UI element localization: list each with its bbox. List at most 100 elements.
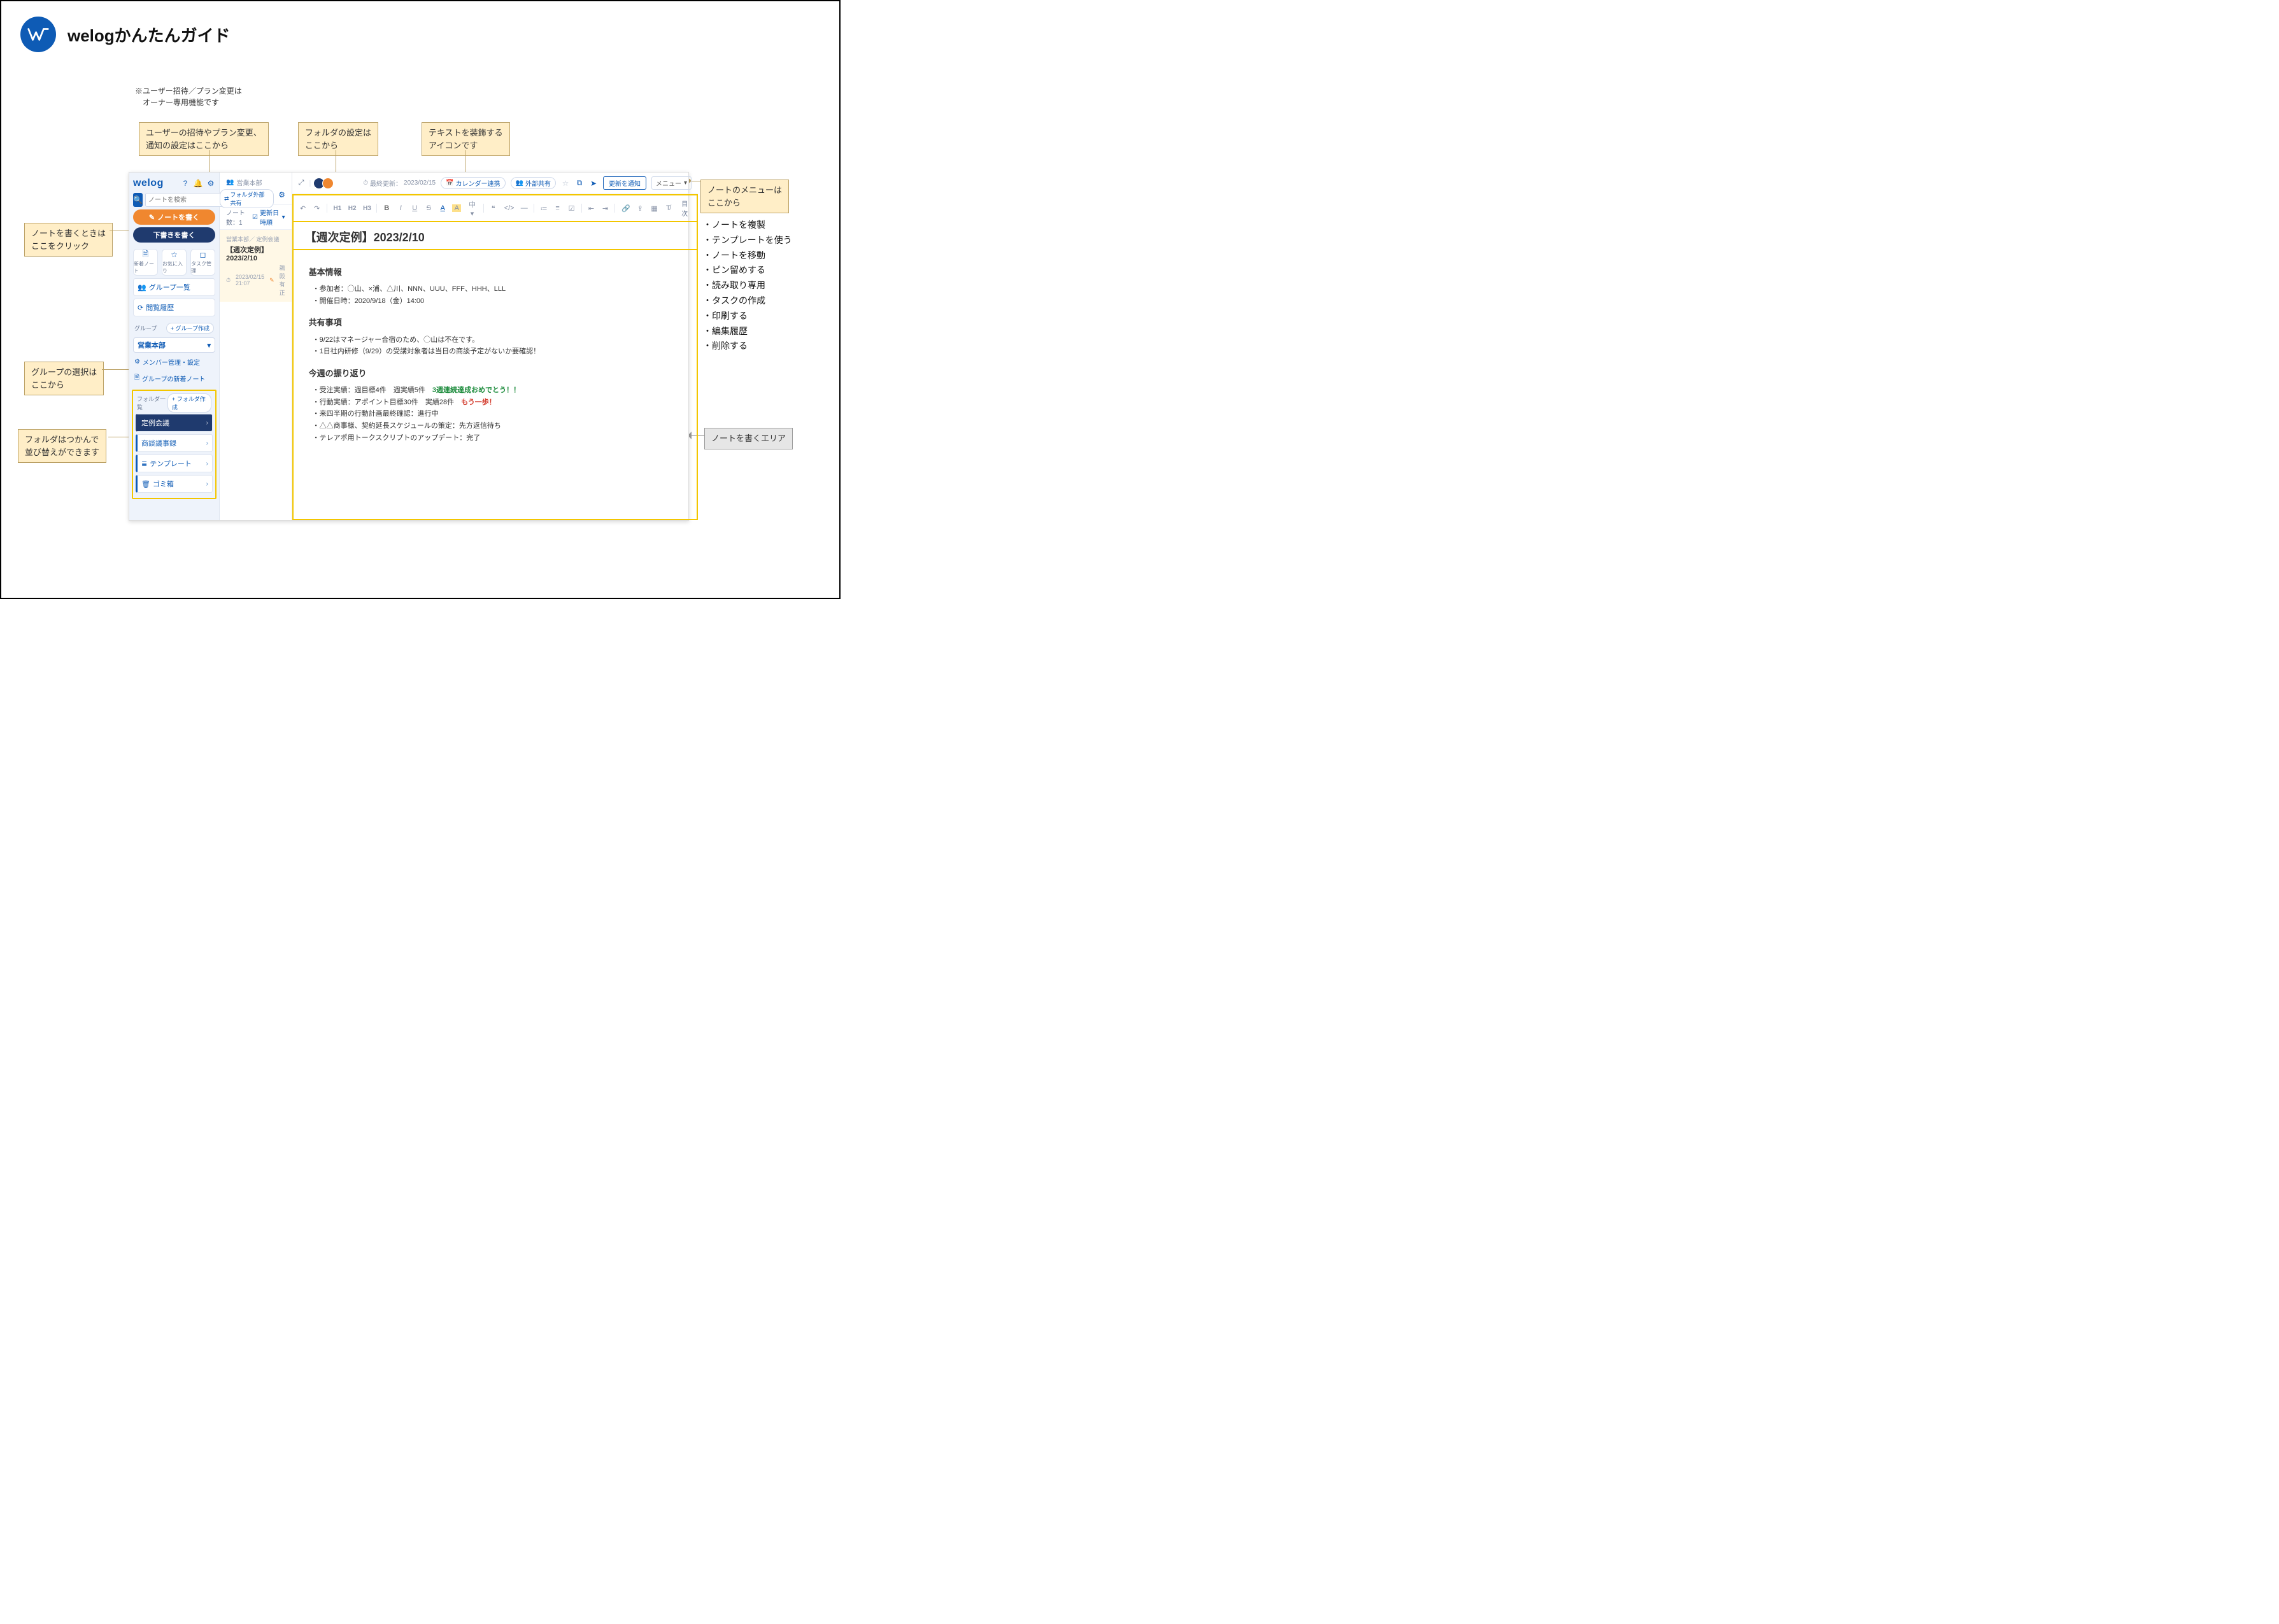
folder-item[interactable]: 🗑 ゴミ箱› bbox=[136, 475, 213, 493]
h2-button[interactable]: H2 bbox=[347, 204, 357, 213]
callout-text-decor: テキストを装飾する アイコンです bbox=[422, 122, 510, 156]
outdent-button[interactable]: ⇤ bbox=[586, 204, 595, 213]
note-menu-button[interactable]: メニュー ▾ bbox=[651, 176, 692, 190]
underline-button[interactable]: U bbox=[410, 204, 419, 213]
hr-button[interactable]: — bbox=[520, 204, 529, 213]
list-item: 受注実績：週目標4件 週実績5件 3週連続達成おめでとう！！ bbox=[313, 385, 681, 397]
link-button[interactable]: 🔗 bbox=[620, 204, 630, 213]
chevron-down-icon: ▾ bbox=[282, 214, 285, 221]
italic-button[interactable]: I bbox=[396, 204, 405, 213]
group-selector[interactable]: 営業本部 ▾ bbox=[133, 337, 215, 353]
undo-icon[interactable]: ↶ bbox=[299, 204, 308, 213]
create-group-button[interactable]: + グループ作成 bbox=[166, 323, 214, 334]
folder-item[interactable]: ≣ テンプレート› bbox=[136, 455, 213, 472]
breadcrumb: 👥 営業本部 bbox=[226, 178, 285, 187]
calendar-link-button[interactable]: 📅 カレンダー連携 bbox=[441, 177, 505, 189]
align-button[interactable]: 中▾ bbox=[466, 199, 478, 218]
list-item: 参加者：◯山、×浦、△川、NNN、UUU、FFF、HHH、LLL bbox=[313, 283, 681, 295]
check-list-button[interactable]: ☑ bbox=[567, 204, 576, 213]
send-icon[interactable]: ➤ bbox=[589, 179, 598, 188]
search-icon[interactable]: 🔍 bbox=[133, 193, 143, 207]
note-title[interactable]: 【週次定例】2023/2/10 bbox=[305, 229, 685, 245]
write-draft-button[interactable]: 下書きを書く bbox=[133, 227, 215, 243]
chevron-right-icon: › bbox=[206, 481, 208, 488]
quote-button[interactable]: ❝ bbox=[489, 204, 498, 213]
app-window: welog ? 🔔 ⚙ 🔍 ✎ ノートを書く 下書きを書く 🗎 新着ノート bbox=[129, 172, 689, 521]
h3-button[interactable]: H3 bbox=[362, 204, 371, 213]
chevron-down-icon: ▾ bbox=[207, 341, 211, 350]
expand-icon[interactable]: ⤢ bbox=[299, 179, 304, 187]
clear-format-button[interactable]: T̸ bbox=[664, 204, 672, 213]
gear-icon[interactable]: ⚙ bbox=[206, 179, 215, 188]
document-icon: 🗎 bbox=[141, 250, 150, 259]
sidebar-favorites[interactable]: ☆ お気に入り bbox=[162, 249, 187, 276]
folder-external-share-button[interactable]: ⇄ フォルダ外部共有 bbox=[220, 189, 274, 208]
editor-panel: ⤢ | ⏱ 最終更新： 2023/02/15 📅 カレンダー連携 👥 bbox=[292, 173, 698, 520]
code-button[interactable]: </> bbox=[503, 204, 515, 213]
callout-note-area: ノートを書くエリア bbox=[704, 428, 793, 449]
write-note-button[interactable]: ✎ ノートを書く bbox=[133, 209, 215, 225]
h1-button[interactable]: H1 bbox=[332, 204, 342, 213]
table-button[interactable]: ▦ bbox=[650, 204, 658, 213]
upload-button[interactable]: ⇪ bbox=[635, 204, 644, 213]
star-icon[interactable]: ☆ bbox=[561, 179, 570, 188]
sidebar-history[interactable]: ⟳ 閲覧履歴 bbox=[133, 299, 215, 316]
clock-icon: ⏱ bbox=[363, 180, 368, 187]
strike-button[interactable]: S bbox=[424, 204, 433, 213]
group-new-notes-link[interactable]: 🗎 グループの新着ノート bbox=[133, 371, 215, 386]
member-settings-link[interactable]: ⚙ メンバー管理・設定 bbox=[133, 355, 215, 369]
section-heading: 共有事項 bbox=[309, 316, 681, 330]
sidebar-tasks[interactable]: ◻ タスク管理 bbox=[190, 249, 215, 276]
toc-button[interactable]: 目次 bbox=[678, 198, 692, 218]
redo-icon[interactable]: ↷ bbox=[313, 204, 322, 213]
create-folder-button[interactable]: + フォルダ作成 bbox=[167, 393, 211, 413]
check-icon: ☑ bbox=[252, 214, 258, 221]
bookmark-icon: ◻ bbox=[199, 250, 208, 259]
folder-item[interactable]: 定例会議› bbox=[136, 414, 213, 432]
list-item: 行動実績：アポイント目標30件 実績28件 もう一歩！ bbox=[313, 397, 681, 409]
note-item-time: 2023/02/15 21:07 bbox=[236, 274, 264, 286]
callout-group-select: グループの選択は ここから bbox=[24, 362, 104, 395]
sidebar-new-notes[interactable]: 🗎 新着ノート bbox=[133, 249, 158, 276]
number-list-button[interactable]: ≡ bbox=[553, 204, 562, 213]
chevron-right-icon: › bbox=[206, 440, 208, 447]
help-icon[interactable]: ? bbox=[181, 179, 190, 188]
highlight-button[interactable]: A bbox=[452, 204, 461, 212]
sidebar-group-list[interactable]: 👥 グループ一覧 bbox=[133, 278, 215, 296]
clock-icon: ⏱ bbox=[226, 277, 231, 284]
text-color-button[interactable]: A bbox=[438, 204, 447, 213]
note-list-item[interactable]: 営業本部／ 定例会議 【週次定例】2023/2/10 ⏱ 2023/02/15 … bbox=[220, 230, 292, 302]
pencil-icon: ✎ bbox=[149, 213, 155, 222]
folder-settings-icon[interactable]: ⚙ bbox=[278, 190, 287, 199]
notify-update-button[interactable]: 更新を通知 bbox=[603, 176, 646, 190]
folder-item[interactable]: 商談議事録› bbox=[136, 434, 213, 452]
callout-folder-settings: フォルダの設定は ここから bbox=[298, 122, 378, 156]
note-count: ノート数：1 bbox=[226, 208, 252, 227]
editor-topbar: ⤢ | ⏱ 最終更新： 2023/02/15 📅 カレンダー連携 👥 bbox=[292, 173, 698, 194]
menu-item: テンプレートを使う bbox=[703, 233, 792, 248]
bold-button[interactable]: B bbox=[382, 204, 391, 213]
list-item: 9/22はマネージャー合宿のため、◯山は不在です。 bbox=[313, 334, 681, 346]
external-share-button[interactable]: 👥 外部共有 bbox=[511, 177, 556, 189]
chevron-right-icon: › bbox=[206, 460, 208, 467]
bullet-list-button[interactable]: ≔ bbox=[539, 204, 548, 213]
indent-button[interactable]: ⇥ bbox=[600, 204, 609, 213]
sort-selector[interactable]: ☑ 更新日時順 ▾ bbox=[252, 208, 285, 227]
note-item-path: 営業本部／ 定例会議 bbox=[226, 235, 285, 243]
menu-item: ノートを移動 bbox=[703, 248, 792, 264]
group-caption: グループ bbox=[134, 324, 157, 332]
copy-icon[interactable]: ⧉ bbox=[575, 179, 584, 188]
last-updated: ⏱ 最終更新： 2023/02/15 bbox=[363, 178, 436, 188]
bell-icon[interactable]: 🔔 bbox=[194, 179, 202, 188]
note-item-title: 【週次定例】2023/2/10 bbox=[226, 244, 285, 262]
write-note-label: ノートを書く bbox=[157, 212, 199, 222]
avatar bbox=[322, 178, 334, 189]
editor-body: 【週次定例】2023/2/10 基本情報 参加者：◯山、×浦、△川、NNN、UU… bbox=[292, 222, 698, 520]
note-content[interactable]: 基本情報 参加者：◯山、×浦、△川、NNN、UUU、FFF、HHH、LLL 開催… bbox=[294, 250, 697, 453]
people-icon: 👥 bbox=[226, 179, 234, 186]
menu-item: 編集履歴 bbox=[703, 324, 792, 339]
list-item: テレアポ用トークスクリプトのアップデート：完了 bbox=[313, 432, 681, 444]
trash-icon: 🗑 bbox=[141, 480, 150, 488]
menu-item: 削除する bbox=[703, 339, 792, 354]
section-heading: 基本情報 bbox=[309, 265, 681, 279]
